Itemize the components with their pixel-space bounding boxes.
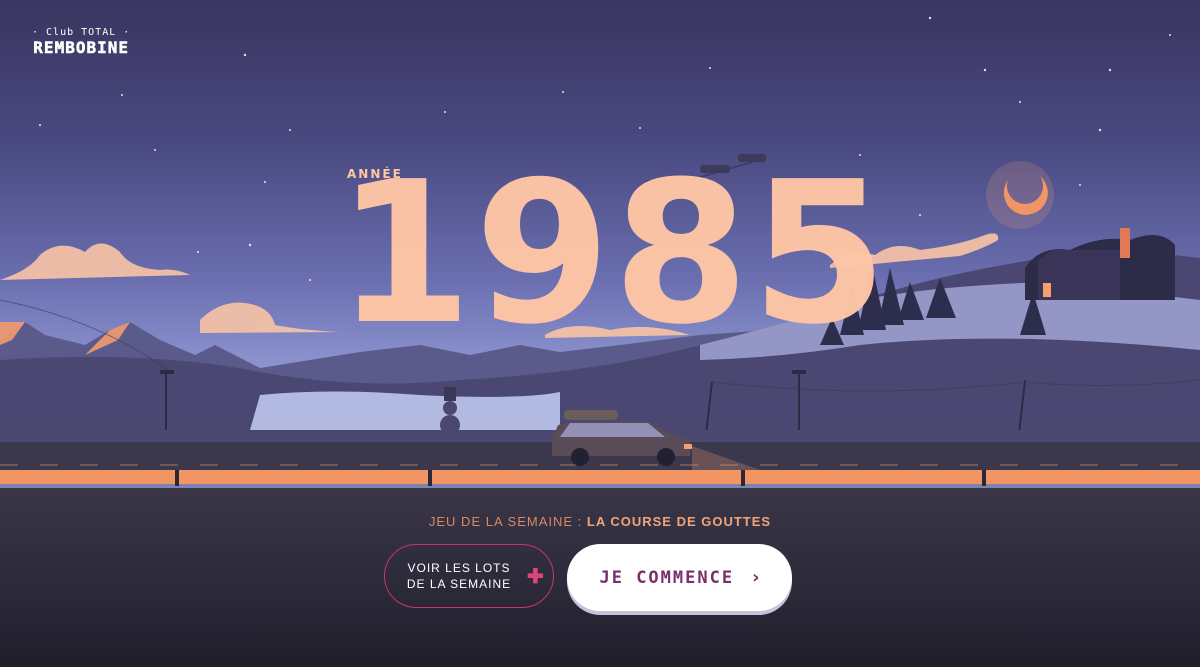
view-prizes-label: VOIR LES LOTS DE LA SEMAINE bbox=[399, 560, 519, 592]
year-heading: 1985 bbox=[336, 140, 890, 368]
start-button-label: JE COMMENCE bbox=[599, 567, 735, 588]
weekly-game-line: JEU DE LA SEMAINE : LA COURSE DE GOUTTES bbox=[0, 514, 1200, 529]
logo-line2: REMBOBINE bbox=[33, 38, 129, 57]
year-label: ANNÉE bbox=[347, 167, 403, 181]
chevron-right-icon: › bbox=[752, 567, 760, 588]
house bbox=[1025, 228, 1175, 300]
hero-scene: · Club TOTAL · REMBOBINE 1985 ANNÉE JEU … bbox=[0, 0, 1200, 667]
logo-line1: · Club TOTAL · bbox=[32, 27, 131, 38]
frozen-lake bbox=[250, 391, 560, 430]
weekly-game-name: LA COURSE DE GOUTTES bbox=[586, 514, 772, 529]
view-prizes-label-line2: DE LA SEMAINE bbox=[406, 577, 512, 591]
weekly-game-label: JEU DE LA SEMAINE : bbox=[428, 514, 583, 529]
club-total-rembobine-logo[interactable]: · Club TOTAL · REMBOBINE bbox=[32, 28, 130, 56]
view-prizes-label-line1: VOIR LES LOTS bbox=[407, 561, 511, 575]
plus-icon: ✚ bbox=[527, 565, 545, 588]
view-prizes-button[interactable]: VOIR LES LOTS DE LA SEMAINE ✚ bbox=[384, 544, 554, 608]
start-button[interactable]: JE COMMENCE › bbox=[567, 544, 792, 611]
road-edge bbox=[0, 470, 1200, 484]
